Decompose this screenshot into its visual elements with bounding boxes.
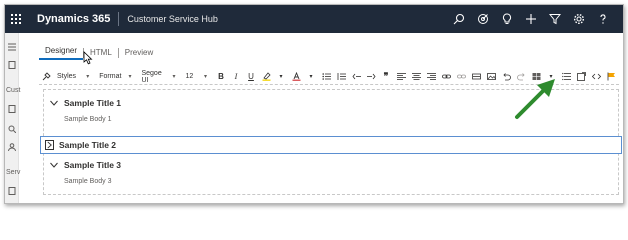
app-launcher-icon[interactable] [5,5,27,33]
horizontal-rule-icon[interactable] [469,70,483,84]
page-icon[interactable] [8,61,16,69]
accordion-section-selected[interactable]: Sample Title 2 [40,136,622,154]
annotation-arrow [515,79,555,119]
font-size-label: 12 [185,73,194,80]
link-icon[interactable] [439,70,453,84]
chevron-down-icon: ▾ [203,74,207,80]
align-right-icon[interactable] [424,70,438,84]
unlink-icon[interactable] [454,70,468,84]
image-icon[interactable] [484,70,498,84]
blockquote-icon[interactable]: ❞ [379,70,393,84]
search-icon[interactable] [447,5,471,33]
tab-designer[interactable]: Designer [39,45,84,60]
left-navigation-rail: Cust Serv [5,33,21,203]
highlight-color-icon[interactable] [259,70,273,84]
target-icon[interactable] [471,5,495,33]
chevron-down-icon[interactable] [49,98,59,108]
section-title[interactable]: Sample Title 2 [59,140,116,150]
document-icon[interactable] [8,187,16,195]
rail-label-cust: Cust [6,87,21,94]
underline-button[interactable]: U [244,70,258,84]
tab-preview[interactable]: Preview [119,47,159,59]
mouse-cursor-icon [83,51,93,65]
search-icon[interactable] [8,125,16,133]
rail-label-serv: Serv [6,169,21,176]
align-left-icon[interactable] [394,70,408,84]
lightbulb-icon[interactable] [495,5,519,33]
font-family-dropdown[interactable]: Segoe UI ▾ [138,70,178,84]
editor-mode-tabs: Designer HTML Preview [39,45,159,60]
undo-icon[interactable] [499,70,513,84]
chevron-down-icon[interactable]: ▾ [274,70,288,84]
format-dropdown-label: Format [99,73,122,80]
people-icon[interactable] [8,143,16,151]
styles-dropdown-label: Styles [57,73,77,80]
section-body[interactable]: Sample Body 3 [44,178,618,185]
list-icon[interactable] [8,105,16,113]
chevron-right-icon[interactable] [45,140,54,150]
increase-indent-icon[interactable] [364,70,378,84]
menu-icon[interactable] [8,43,16,51]
accordion-section[interactable]: Sample Title 3 Sample Body 3 [44,158,618,185]
chevron-down-icon: ▾ [128,74,132,80]
chevron-down-icon: ▾ [86,74,90,80]
font-color-icon[interactable] [289,70,303,84]
app-name[interactable]: Customer Service Hub [119,14,218,24]
chevron-down-icon[interactable] [49,160,59,170]
font-size-dropdown[interactable]: 12 ▾ [183,70,211,84]
flag-icon[interactable] [604,70,618,84]
font-family-label: Segoe UI [141,69,162,84]
help-icon[interactable] [591,5,615,33]
expand-window-icon[interactable] [574,70,588,84]
chevron-down-icon[interactable]: ▾ [304,70,318,84]
chevron-down-icon: ▾ [172,74,176,80]
section-title[interactable]: Sample Title 3 [64,160,121,170]
filter-icon[interactable] [543,5,567,33]
italic-button[interactable]: I [229,70,243,84]
styles-dropdown[interactable]: Styles ▾ [54,70,92,84]
plus-icon[interactable] [519,5,543,33]
format-dropdown[interactable]: Format ▾ [96,70,134,84]
section-title[interactable]: Sample Title 1 [64,98,121,108]
decrease-indent-icon[interactable] [349,70,363,84]
bullet-list-icon[interactable] [319,70,333,84]
align-center-icon[interactable] [409,70,423,84]
gear-icon[interactable] [567,5,591,33]
brand-title[interactable]: Dynamics 365 [27,12,120,26]
bold-button[interactable]: B [214,70,228,84]
source-code-icon[interactable] [589,70,603,84]
numbered-list-icon[interactable] [334,70,348,84]
clear-formatting-icon[interactable] [39,70,53,84]
top-navigation-bar: Dynamics 365 Customer Service Hub [5,5,623,33]
app-window: Dynamics 365 Customer Service Hub Cust S… [4,4,624,204]
